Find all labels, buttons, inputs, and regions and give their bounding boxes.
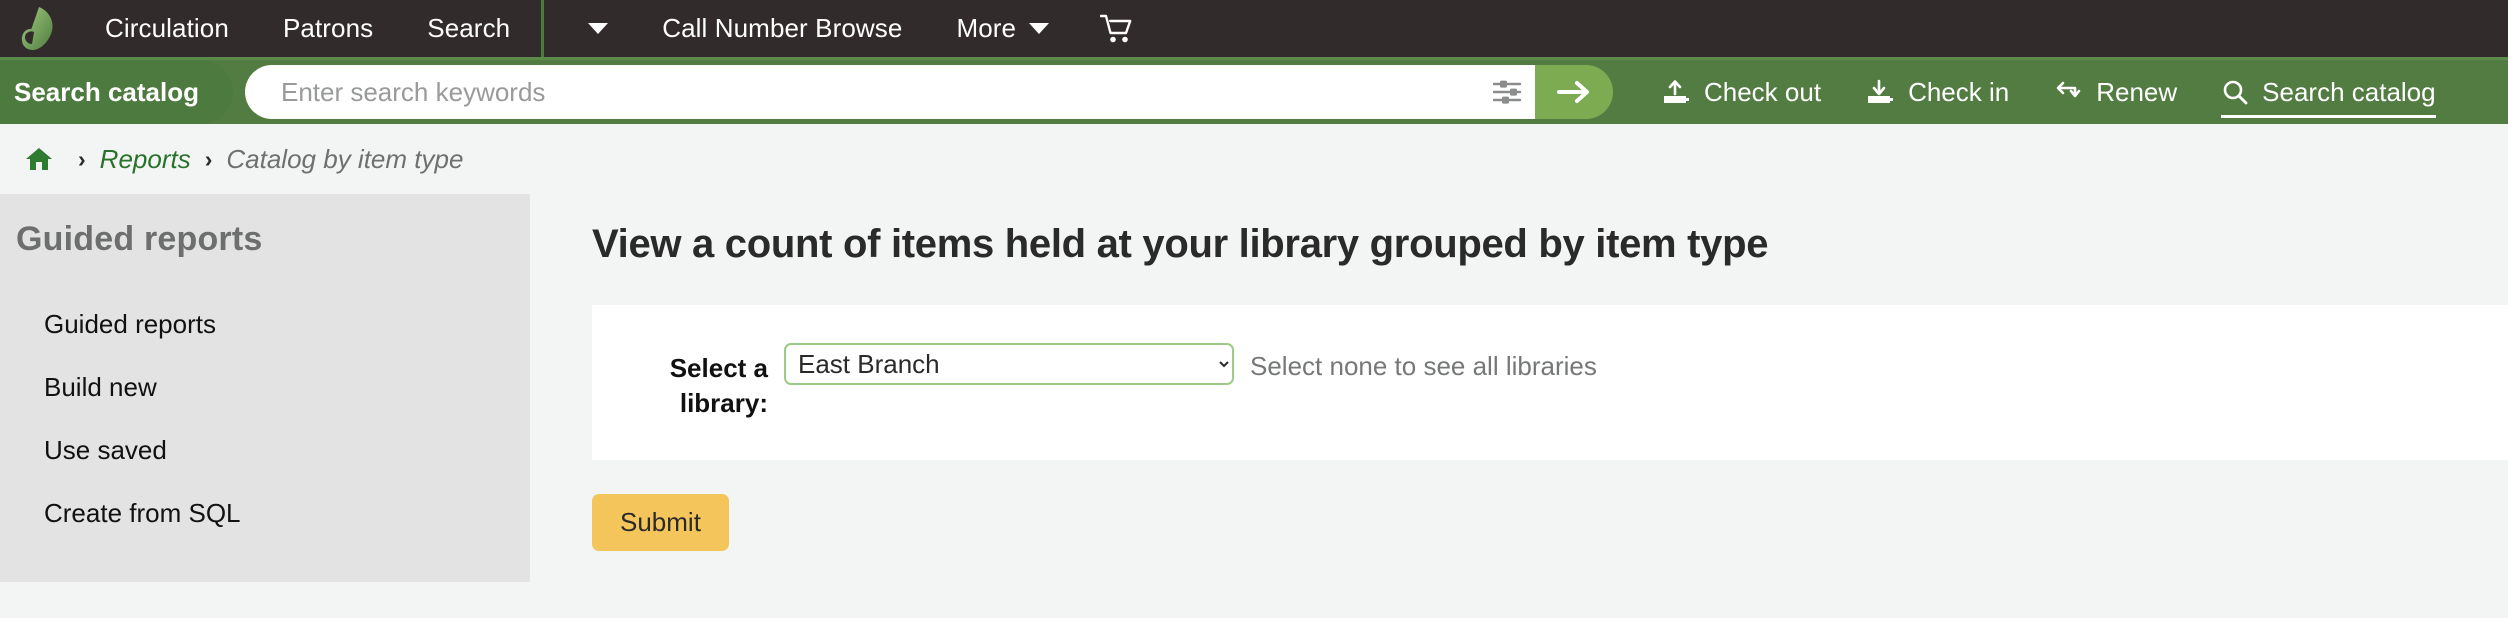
- search-catalog-button[interactable]: Search catalog: [2199, 60, 2457, 124]
- check-in-button[interactable]: Check in: [1843, 60, 2031, 124]
- report-form-panel: Select a library: East Branch Select non…: [592, 305, 2508, 461]
- nav-label-search: Search: [427, 13, 511, 43]
- koha-leaf-logo[interactable]: [0, 0, 78, 57]
- renew-button[interactable]: Renew: [2031, 60, 2199, 124]
- library-select-label: Select a library:: [669, 353, 768, 418]
- nav-label-circulation: Circulation: [105, 13, 229, 43]
- chevron-down-icon: [588, 23, 609, 34]
- check-out-label: Check out: [1703, 76, 1822, 107]
- nav-item-circulation[interactable]: Circulation: [78, 0, 256, 57]
- renew-arrows-icon: [2056, 81, 2081, 98]
- breadcrumb-separator: ›: [78, 145, 86, 172]
- nav-dropdown-toggle[interactable]: [548, 0, 635, 57]
- search-input[interactable]: [278, 65, 1479, 119]
- search-catalog-tab-label: Search catalog: [14, 76, 199, 107]
- search-catalog-tab[interactable]: Search catalog: [0, 60, 233, 124]
- search-catalog-button-label: Search catalog: [2262, 76, 2436, 107]
- chevron-down-icon: [1029, 23, 1050, 34]
- nav-label-patrons: Patrons: [282, 13, 374, 43]
- submit-button[interactable]: Submit: [592, 494, 729, 552]
- magnifier-icon: [2223, 80, 2248, 105]
- nav-label-more: More: [956, 13, 1017, 43]
- sidebar-item-guided-reports[interactable]: Guided reports: [0, 293, 530, 356]
- arrow-right-icon: [1556, 81, 1589, 103]
- nav-item-call-number-browse[interactable]: Call Number Browse: [635, 0, 929, 57]
- nav-item-cart[interactable]: [1076, 0, 1158, 57]
- main-content: View a count of items held at your libra…: [530, 194, 2508, 582]
- search-toolbar: Search catalog Enter search keywords Che…: [0, 60, 2508, 124]
- nav-divider: [541, 0, 545, 57]
- library-select-row: Select a library: East Branch Select non…: [592, 343, 2508, 420]
- renew-label: Renew: [2096, 76, 2178, 107]
- nav-item-more[interactable]: More: [929, 0, 1076, 57]
- search-field-container: [244, 65, 1535, 119]
- nav-item-search[interactable]: Search: [400, 0, 537, 57]
- sidebar: Guided reports Guided reports Build new …: [0, 194, 530, 582]
- page-body: Guided reports Guided reports Build new …: [0, 194, 2508, 582]
- sidebar-item-use-saved[interactable]: Use saved: [0, 419, 530, 482]
- sidebar-item-build-new[interactable]: Build new: [0, 356, 530, 419]
- check-out-button[interactable]: Check out: [1639, 60, 1843, 124]
- check-in-label: Check in: [1908, 76, 2010, 107]
- upload-book-icon: [1663, 80, 1689, 103]
- sliders-icon[interactable]: [1479, 79, 1535, 105]
- breadcrumb-separator: ›: [204, 145, 213, 172]
- sidebar-item-create-from-sql[interactable]: Create from SQL: [0, 482, 530, 545]
- shopping-cart-icon: [1100, 14, 1132, 42]
- library-select[interactable]: East Branch: [784, 343, 1234, 385]
- nav-item-patrons[interactable]: Patrons: [256, 0, 400, 57]
- search-submit-button[interactable]: [1534, 65, 1613, 119]
- sidebar-heading: Guided reports: [16, 220, 263, 258]
- quick-actions-toolbar: Check out Check in Renew Search catalog: [1639, 60, 2458, 124]
- breadcrumb-link-reports[interactable]: Reports: [100, 144, 191, 175]
- page-title: View a count of items held at your libra…: [592, 222, 1769, 266]
- breadcrumb: › Reports › Catalog by item type: [0, 124, 2508, 194]
- library-select-hint: Select none to see all libraries: [1250, 351, 1597, 381]
- home-icon[interactable]: [14, 146, 64, 172]
- top-navbar: Circulation Patrons Search Call Number B…: [0, 0, 2508, 60]
- download-book-icon: [1868, 79, 1894, 103]
- nav-label-call-number-browse: Call Number Browse: [662, 13, 903, 43]
- breadcrumb-current: Catalog by item type: [226, 143, 464, 174]
